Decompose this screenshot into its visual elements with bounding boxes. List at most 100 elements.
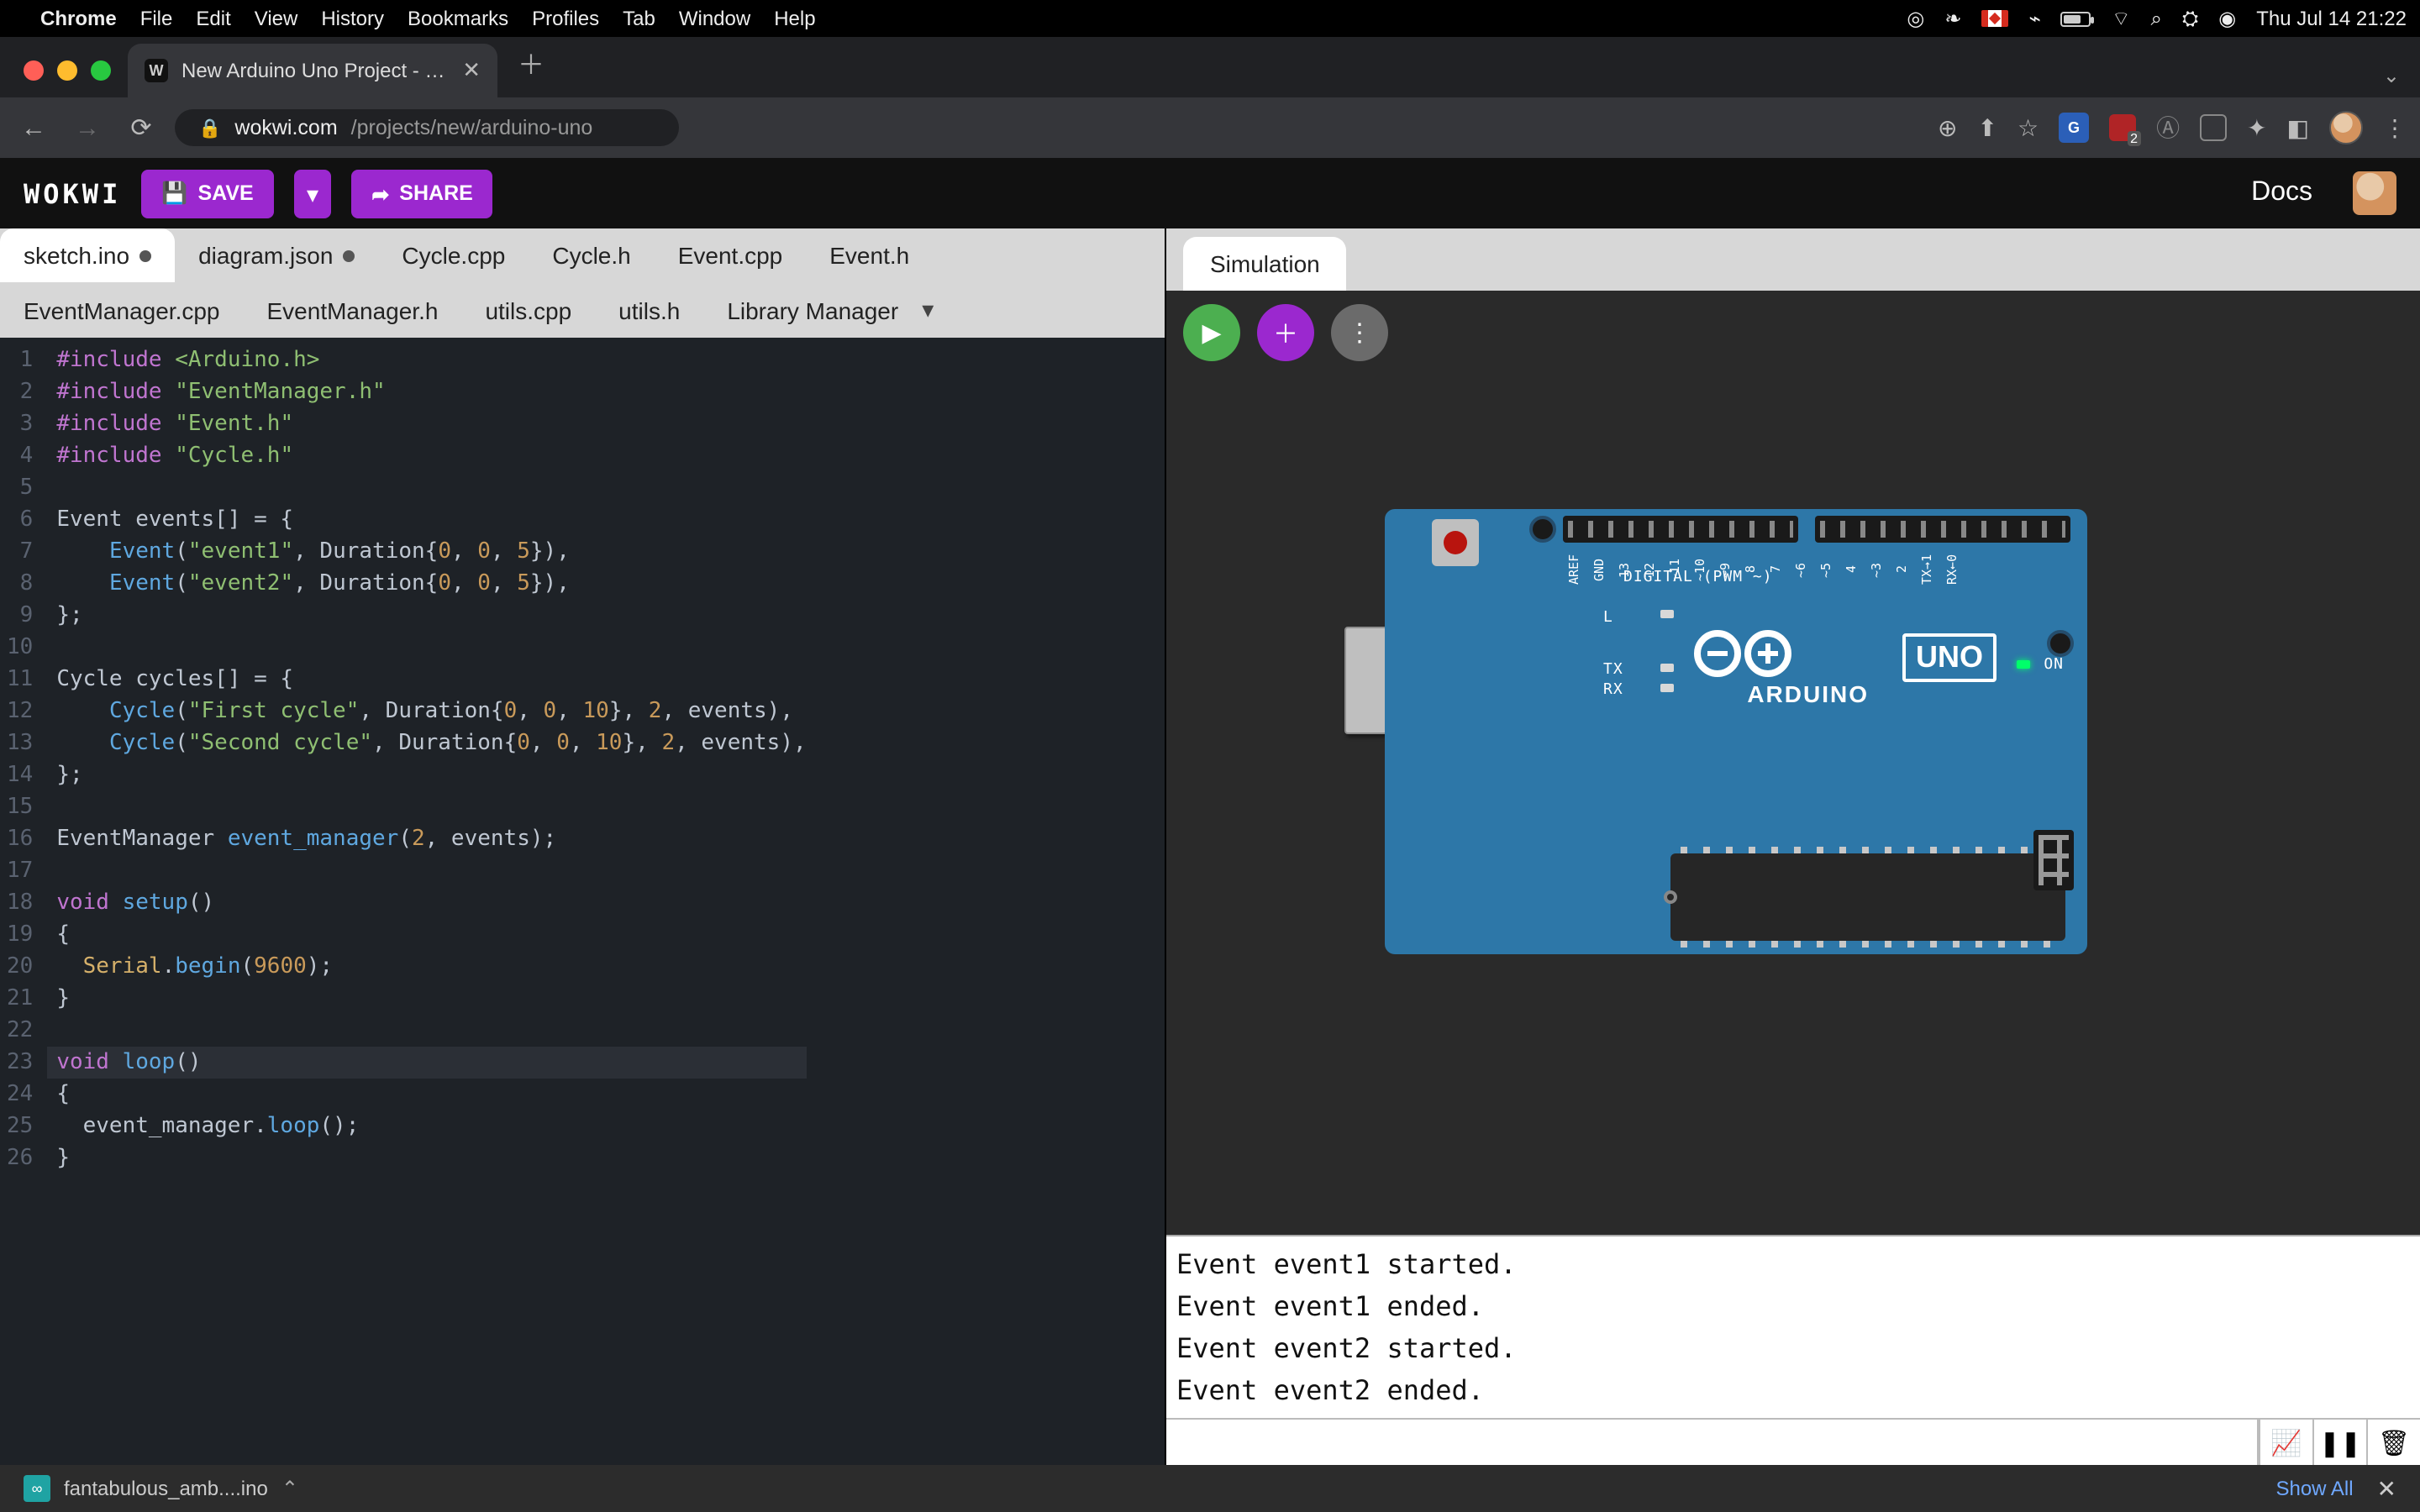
tab-search-button[interactable]: ⌄ — [2383, 64, 2420, 97]
file-tab[interactable]: utils.cpp — [461, 282, 595, 338]
evernote-icon[interactable]: ❧ — [1944, 7, 1961, 30]
add-part-button[interactable]: ＋ — [1257, 304, 1314, 361]
file-tab[interactable]: Cycle.cpp — [378, 228, 529, 282]
arduino-infinity-logo — [1691, 627, 1818, 680]
extension-square-icon[interactable] — [2200, 114, 2227, 141]
shazam-icon[interactable]: ◎ — [1907, 7, 1924, 30]
plotter-button[interactable]: 📈 — [2259, 1420, 2312, 1465]
menu-file[interactable]: File — [140, 7, 173, 30]
reset-button[interactable] — [1432, 519, 1479, 566]
download-chevron-icon[interactable]: ⌃ — [281, 1477, 298, 1500]
extensions-icon[interactable]: ✦ — [2247, 113, 2266, 142]
code-editor[interactable]: 1234567891011121314151617181920212223242… — [0, 338, 1165, 1465]
share-icon[interactable]: ⬆ — [1977, 113, 1996, 142]
file-tab[interactable]: utils.h — [595, 282, 703, 338]
docs-link[interactable]: Docs — [2251, 178, 2312, 208]
file-tab[interactable]: Cycle.h — [529, 228, 654, 282]
menu-help[interactable]: Help — [774, 7, 815, 30]
file-tab[interactable]: sketch.ino — [0, 228, 175, 282]
sidepanel-icon[interactable]: ◧ — [2287, 113, 2309, 142]
url-path: /projects/new/arduino-uno — [351, 116, 593, 139]
zoom-icon[interactable]: ⊕ — [1938, 113, 1957, 142]
battery-icon[interactable] — [2061, 11, 2091, 26]
mounting-hole — [1529, 516, 1556, 543]
user-avatar[interactable] — [2353, 171, 2396, 215]
file-tab[interactable]: diagram.json — [175, 228, 378, 282]
download-item[interactable]: ∞ fantabulous_amb....ino ⌃ — [13, 1472, 308, 1505]
run-button[interactable]: ▶ — [1183, 304, 1240, 361]
address-bar[interactable]: 🔒 wokwi.com/projects/new/arduino-uno — [175, 109, 679, 146]
window-controls — [13, 60, 128, 97]
menu-profiles[interactable]: Profiles — [532, 7, 599, 30]
new-tab-button[interactable]: ＋ — [497, 42, 565, 92]
arduino-file-icon: ∞ — [24, 1475, 50, 1502]
silk-arduino: ARDUINO — [1747, 680, 1869, 707]
bluetooth-icon[interactable]: ⌁ — [2029, 7, 2041, 30]
download-filename: fantabulous_amb....ino — [64, 1477, 268, 1500]
menubar-clock[interactable]: Thu Jul 14 21:22 — [2256, 7, 2407, 30]
close-download-bar[interactable]: ✕ — [2367, 1474, 2407, 1503]
close-window-button[interactable] — [24, 60, 44, 81]
spotlight-icon[interactable]: ⌕ — [2151, 6, 2162, 31]
zoom-window-button[interactable] — [91, 60, 111, 81]
back-button[interactable]: ← — [13, 113, 54, 142]
app-header: WOKWI 💾 SAVE ▾ ➦ SHARE Docs — [0, 158, 2420, 228]
chrome-menu-icon[interactable]: ⋮ — [2383, 113, 2407, 142]
file-tab[interactable]: EventManager.cpp — [0, 282, 244, 338]
digital-header-1[interactable] — [1563, 516, 1798, 543]
serial-line: Event event1 ended. — [1176, 1285, 2410, 1327]
reload-button[interactable]: ⟳ — [121, 113, 161, 143]
save-dropdown-button[interactable]: ▾ — [294, 169, 332, 218]
file-tab[interactable]: Event.cpp — [655, 228, 807, 282]
share-label: SHARE — [399, 181, 473, 205]
siri-icon[interactable]: ◉ — [2218, 7, 2236, 30]
atmega-chip — [1670, 853, 2065, 941]
file-tab[interactable]: Library Manager — [703, 282, 957, 338]
menu-tab[interactable]: Tab — [623, 7, 655, 30]
menu-window[interactable]: Window — [679, 7, 750, 30]
clear-button[interactable]: 🗑 — [2366, 1420, 2420, 1465]
extension-a-icon[interactable]: Ⓐ — [2156, 111, 2180, 144]
serial-line: Event event1 started. — [1176, 1243, 2410, 1285]
profile-avatar-icon[interactable] — [2329, 111, 2363, 144]
silk-l: L — [1603, 610, 1613, 627]
menu-bookmarks[interactable]: Bookmarks — [408, 7, 508, 30]
minimize-window-button[interactable] — [57, 60, 77, 81]
menu-history[interactable]: History — [321, 7, 384, 30]
silk-digital: DIGITAL (PWM ~) — [1623, 570, 1773, 586]
simulation-tab[interactable]: Simulation — [1183, 237, 1347, 291]
chevron-down-icon: ▾ — [308, 181, 318, 206]
browser-tab[interactable]: W New Arduino Uno Project - Wo ✕ — [128, 44, 497, 97]
bookmark-star-icon[interactable]: ☆ — [2018, 113, 2039, 142]
arduino-uno-board[interactable]: AREFGND1312~11~10~987~6~54~32TX→1RX←0 DI… — [1385, 509, 2087, 954]
code-content[interactable]: #include <Arduino.h>#include "EventManag… — [46, 338, 806, 1465]
digital-header-2[interactable] — [1815, 516, 2070, 543]
save-button[interactable]: 💾 SAVE — [141, 169, 273, 218]
menu-view[interactable]: View — [255, 7, 298, 30]
board-canvas[interactable]: AREFGND1312~11~10~987~6~54~32TX→1RX←0 DI… — [1166, 375, 2420, 1235]
show-all-downloads[interactable]: Show All — [2275, 1477, 2353, 1500]
share-button[interactable]: ➦ SHARE — [351, 169, 493, 218]
mounting-hole — [2047, 630, 2074, 657]
download-bar: ∞ fantabulous_amb....ino ⌃ Show All ✕ — [0, 1465, 2420, 1512]
control-center-icon[interactable]: ⛭ — [2182, 6, 2198, 31]
icsp-header[interactable] — [2033, 830, 2074, 890]
input-source-icon[interactable] — [1982, 10, 2009, 27]
tab-title: New Arduino Uno Project - Wo — [182, 59, 449, 82]
pause-button[interactable]: ❚❚ — [2312, 1420, 2366, 1465]
file-tab[interactable]: Event.h — [806, 228, 933, 282]
serial-line: Event event2 started. — [1176, 1327, 2410, 1369]
translate-extension-icon[interactable]: G — [2059, 113, 2089, 143]
wifi-icon[interactable]: ⌔ — [2112, 6, 2131, 31]
tab-close-icon[interactable]: ✕ — [462, 57, 481, 84]
simulation-pane: Simulation ▶ ＋ ⋮ AREFGND1312~11~10~987~6… — [1166, 228, 2420, 1465]
sim-menu-button[interactable]: ⋮ — [1331, 304, 1388, 361]
menubar-app[interactable]: Chrome — [40, 7, 117, 30]
adblock-extension-icon[interactable] — [2109, 114, 2136, 141]
file-tab[interactable]: EventManager.h — [244, 282, 462, 338]
menu-edit[interactable]: Edit — [196, 7, 230, 30]
dirty-dot-icon — [343, 249, 355, 261]
wokwi-logo[interactable]: WOKWI — [24, 177, 121, 209]
serial-input[interactable] — [1166, 1420, 2257, 1465]
tab-favicon-icon: W — [145, 59, 168, 82]
